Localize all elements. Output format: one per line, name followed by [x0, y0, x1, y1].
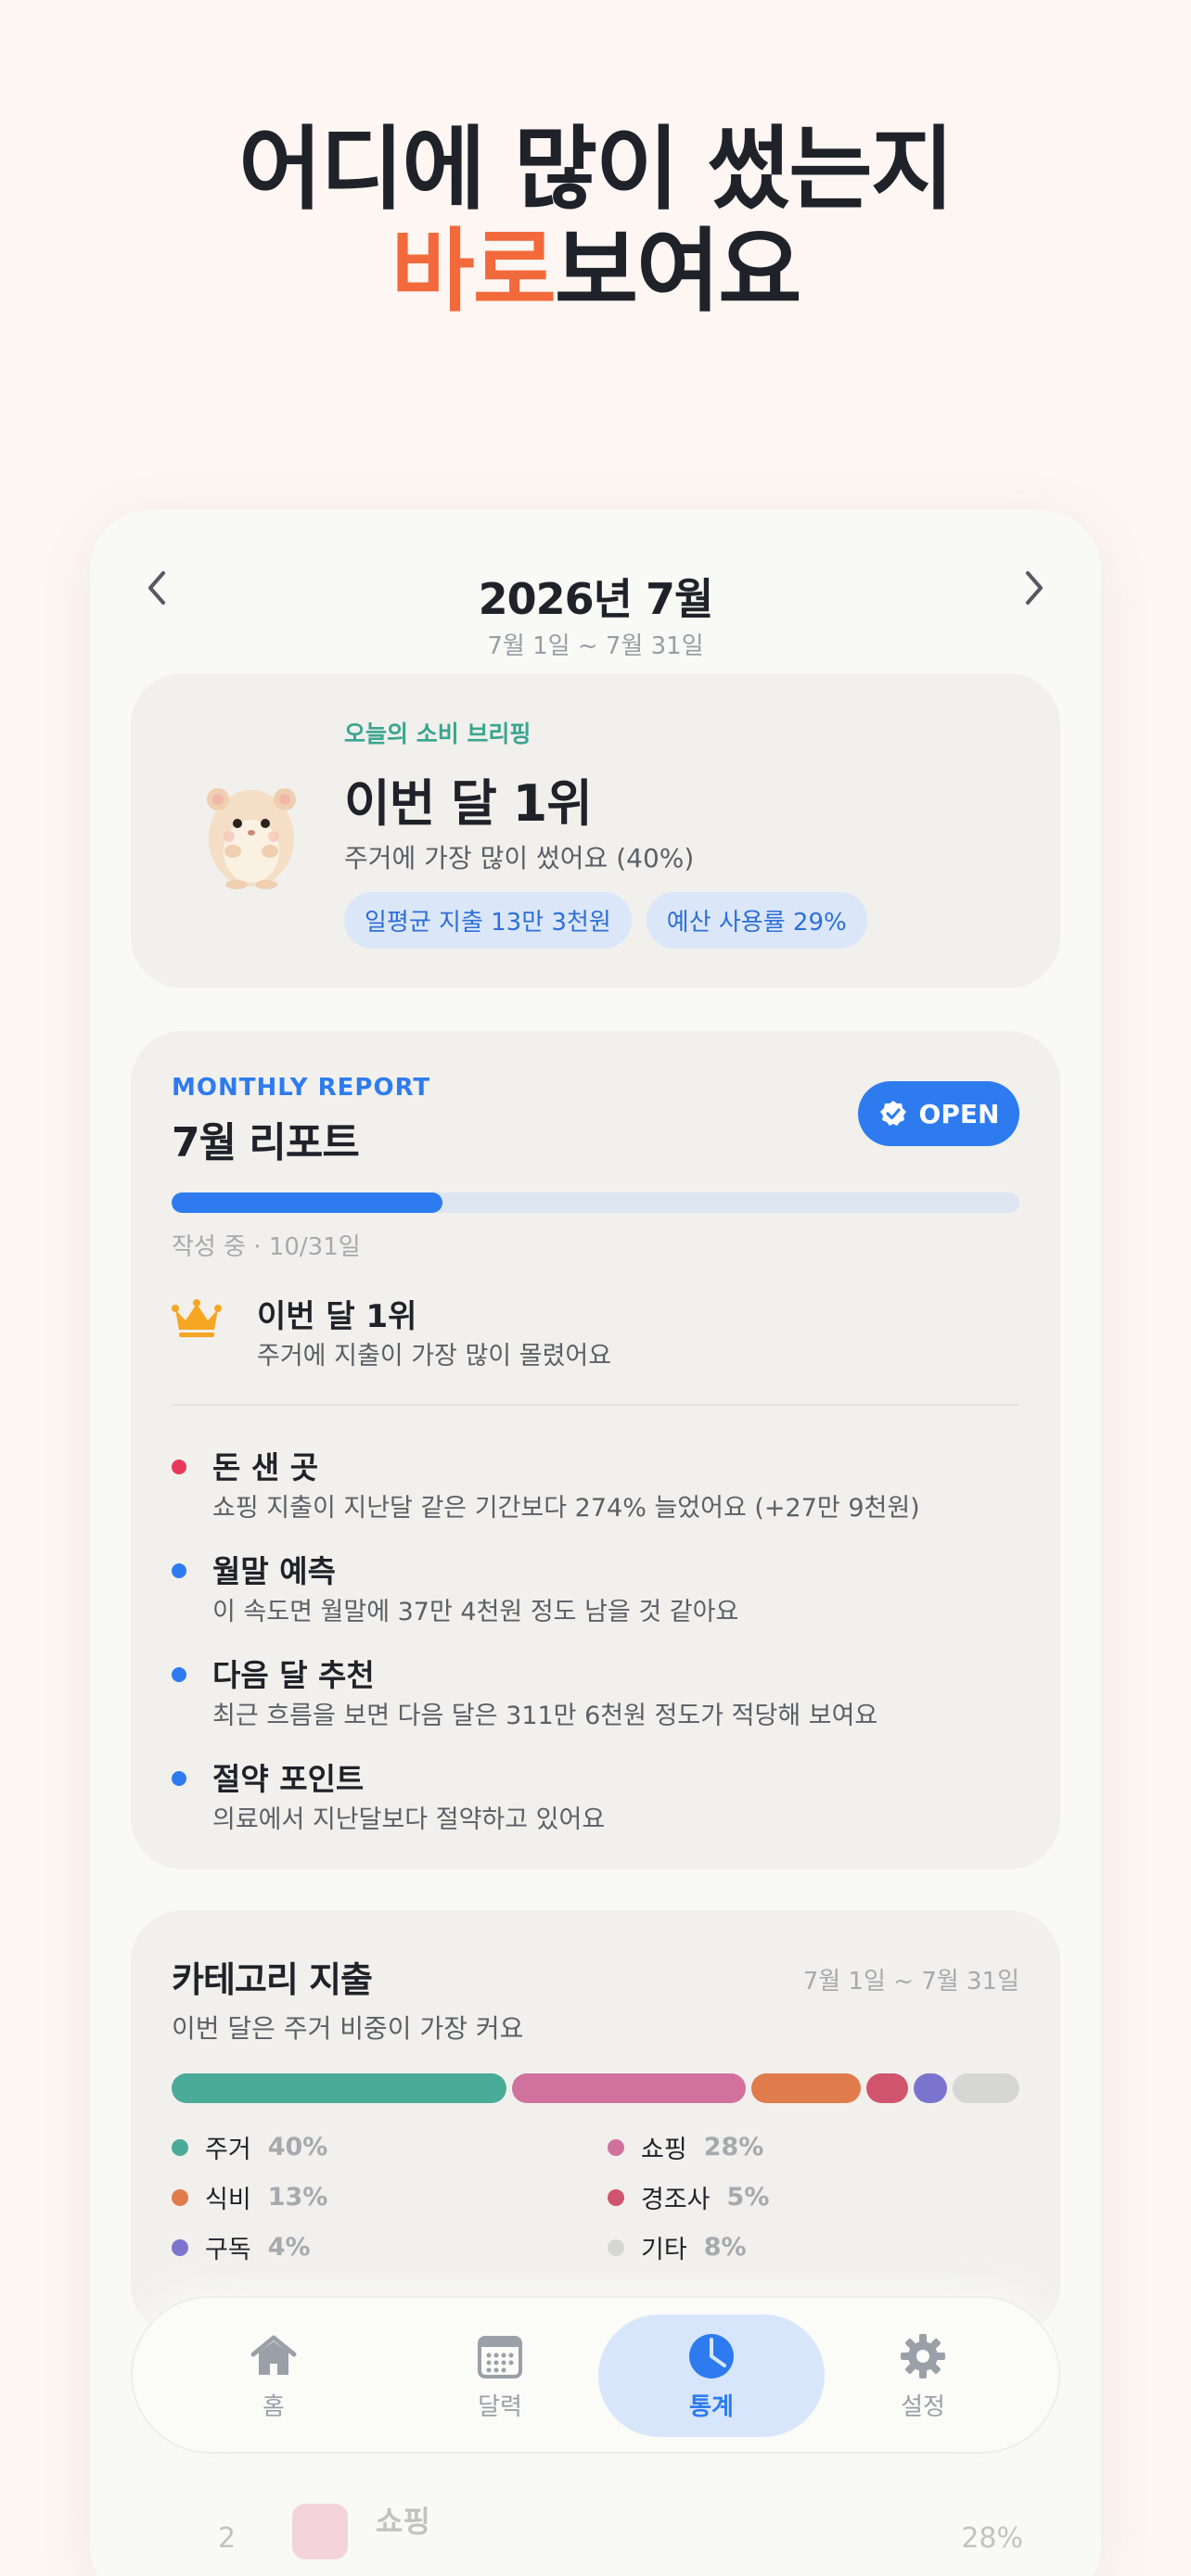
hamster-mascot-icon [207, 788, 296, 889]
legend-item: 주거 40% [172, 2129, 327, 2165]
legend-percent: 4% [267, 2233, 311, 2262]
category-segment [952, 2073, 1019, 2103]
tab-label: 설정 [901, 2392, 945, 2421]
home-icon [250, 2335, 297, 2375]
category-segment [913, 2073, 947, 2103]
month-navigator: 2026년 7월 7월 1일 ~ 7월 31일 [90, 538, 1101, 660]
crown-icon [172, 1299, 222, 1337]
tab-label: 달력 [478, 2392, 522, 2421]
insight-dot [172, 1771, 186, 1786]
legend-dot [608, 2138, 624, 2156]
legend-name: 기타 [641, 2236, 687, 2264]
legend-item: 식비 13% [172, 2179, 327, 2215]
divider [172, 1404, 1019, 1406]
rank-subtitle: 주거에 지출이 가장 많이 몰렸어요 [257, 1342, 612, 1371]
legend-percent: 13% [267, 2183, 328, 2212]
month-title: 2026년 7월 [478, 574, 714, 624]
legend-name: 구독 [205, 2236, 251, 2264]
tab-label: 홈 [263, 2392, 285, 2421]
insight-dot [172, 1460, 186, 1474]
category-spending-card[interactable]: 카테고리 지출 7월 1일 ~ 7월 31일 이번 달은 주거 비중이 가장 커… [131, 1910, 1060, 2337]
legend-percent: 8% [703, 2233, 747, 2262]
category-stacked-bar [172, 2073, 1019, 2103]
category-subtitle: 이번 달은 주거 비중이 가장 커요 [172, 2013, 524, 2044]
next-month-button[interactable] [1012, 566, 1057, 610]
legend-item: 구독 4% [172, 2229, 311, 2265]
insight-title: 월말 예측 [212, 1553, 336, 1589]
legend-item: 쇼핑 28% [608, 2129, 763, 2165]
insight-description: 최근 흐름을 보면 다음 달은 311만 6천원 정도가 적당해 보여요 [212, 1702, 878, 1730]
legend-percent: 28% [703, 2133, 764, 2162]
insight-title: 돈 샌 곳 [212, 1449, 319, 1486]
insight-description: 쇼핑 지출이 지난달 같은 기간보다 274% 늘었어요 (+27만 9천원) [212, 1494, 920, 1523]
pie-chart-icon [689, 2333, 734, 2378]
legend-dot [172, 2188, 188, 2206]
category-segment [865, 2073, 908, 2103]
legend-dot [608, 2238, 624, 2256]
tab-home[interactable]: 홈 [160, 2315, 387, 2437]
briefing-subtitle: 주거에 가장 많이 썼어요 (40%) [344, 843, 695, 874]
category-title: 카테고리 지출 [172, 1959, 373, 2000]
insight-dot [172, 1667, 186, 1682]
tab-label: 통계 [689, 2392, 734, 2421]
report-title: 7월 리포트 [172, 1119, 360, 1167]
category-segment [172, 2073, 506, 2103]
open-label: OPEN [918, 1098, 1000, 1129]
briefing-title: 이번 달 1위 [344, 774, 593, 833]
insight-title: 다음 달 추천 [212, 1657, 375, 1693]
gear-icon [901, 2333, 945, 2378]
insight-dot [172, 1563, 186, 1578]
chevron-right-icon [1026, 571, 1043, 605]
category-range: 7월 1일 ~ 7월 31일 [802, 1968, 1019, 1996]
insight-title: 절약 포인트 [212, 1761, 365, 1797]
headline-line2: 바로보여요 [0, 221, 1191, 323]
verified-badge-icon [879, 1101, 906, 1126]
rank-category-name: 쇼핑 [376, 2504, 430, 2539]
rank-number: 2 [218, 2522, 237, 2555]
legend-dot [608, 2188, 624, 2206]
report-progress-bar [172, 1192, 1019, 1213]
legend-percent: 40% [267, 2133, 328, 2162]
headline-rest: 보여요 [554, 219, 801, 325]
daily-average-chip: 일평균 지출 13만 3천원 [344, 892, 632, 949]
rank-title: 이번 달 1위 [257, 1298, 417, 1335]
legend-name: 쇼핑 [641, 2136, 687, 2164]
legend-percent: 5% [726, 2183, 770, 2212]
legend-item: 기타 8% [608, 2229, 747, 2265]
tab-settings[interactable]: 설정 [810, 2315, 1036, 2437]
report-progress-fill [172, 1192, 443, 1213]
open-report-button[interactable]: OPEN [858, 1081, 1019, 1146]
report-eyebrow: MONTHLY REPORT [172, 1074, 431, 1102]
report-progress-text: 작성 중 · 10/31일 [172, 1233, 361, 1261]
headline-accent: 바로 [391, 219, 557, 325]
legend-name: 주거 [205, 2136, 251, 2164]
legend-dot [172, 2238, 188, 2256]
monthly-report-card: MONTHLY REPORT 7월 리포트 OPEN 작성 중 · 10/31일… [131, 1031, 1060, 1869]
category-rank-row[interactable]: 2 쇼핑 28% [90, 2494, 1101, 2576]
calendar-icon [478, 2335, 522, 2378]
briefing-label: 오늘의 소비 브리핑 [344, 721, 531, 747]
briefing-card[interactable]: 오늘의 소비 브리핑 이번 달 1위 주거에 가장 많이 썼어요 (40%) 일… [131, 673, 1060, 988]
insight-description: 이 속도면 월말에 37만 4천원 정도 남을 것 같아요 [212, 1598, 739, 1626]
briefing-chips: 일평균 지출 13만 3천원 예산 사용률 29% [344, 892, 867, 949]
headline: 어디에 많이 썼는지 바로보여요 [0, 119, 1191, 323]
rank-percent: 28% [961, 2522, 1023, 2555]
month-range: 7월 1일 ~ 7월 31일 [487, 632, 704, 660]
legend-dot [172, 2138, 188, 2156]
tab-stats[interactable]: 통계 [598, 2315, 825, 2437]
shopping-icon [292, 2504, 348, 2559]
category-segment [511, 2073, 747, 2103]
legend-name: 식비 [205, 2186, 251, 2214]
tab-calendar[interactable]: 달력 [387, 2315, 613, 2437]
legend-name: 경조사 [641, 2186, 711, 2214]
category-segment [751, 2073, 861, 2103]
legend-item: 경조사 5% [608, 2179, 769, 2215]
bottom-tab-bar: 홈 달력 통계 설정 [131, 2296, 1060, 2454]
insight-description: 의료에서 지난달보다 절약하고 있어요 [212, 1805, 606, 1834]
headline-line1: 어디에 많이 썼는지 [238, 117, 954, 223]
app-screen: 2026년 7월 7월 1일 ~ 7월 31일 오늘의 소비 브리핑 이번 달 … [90, 510, 1101, 2576]
budget-usage-chip: 예산 사용률 29% [646, 892, 867, 949]
